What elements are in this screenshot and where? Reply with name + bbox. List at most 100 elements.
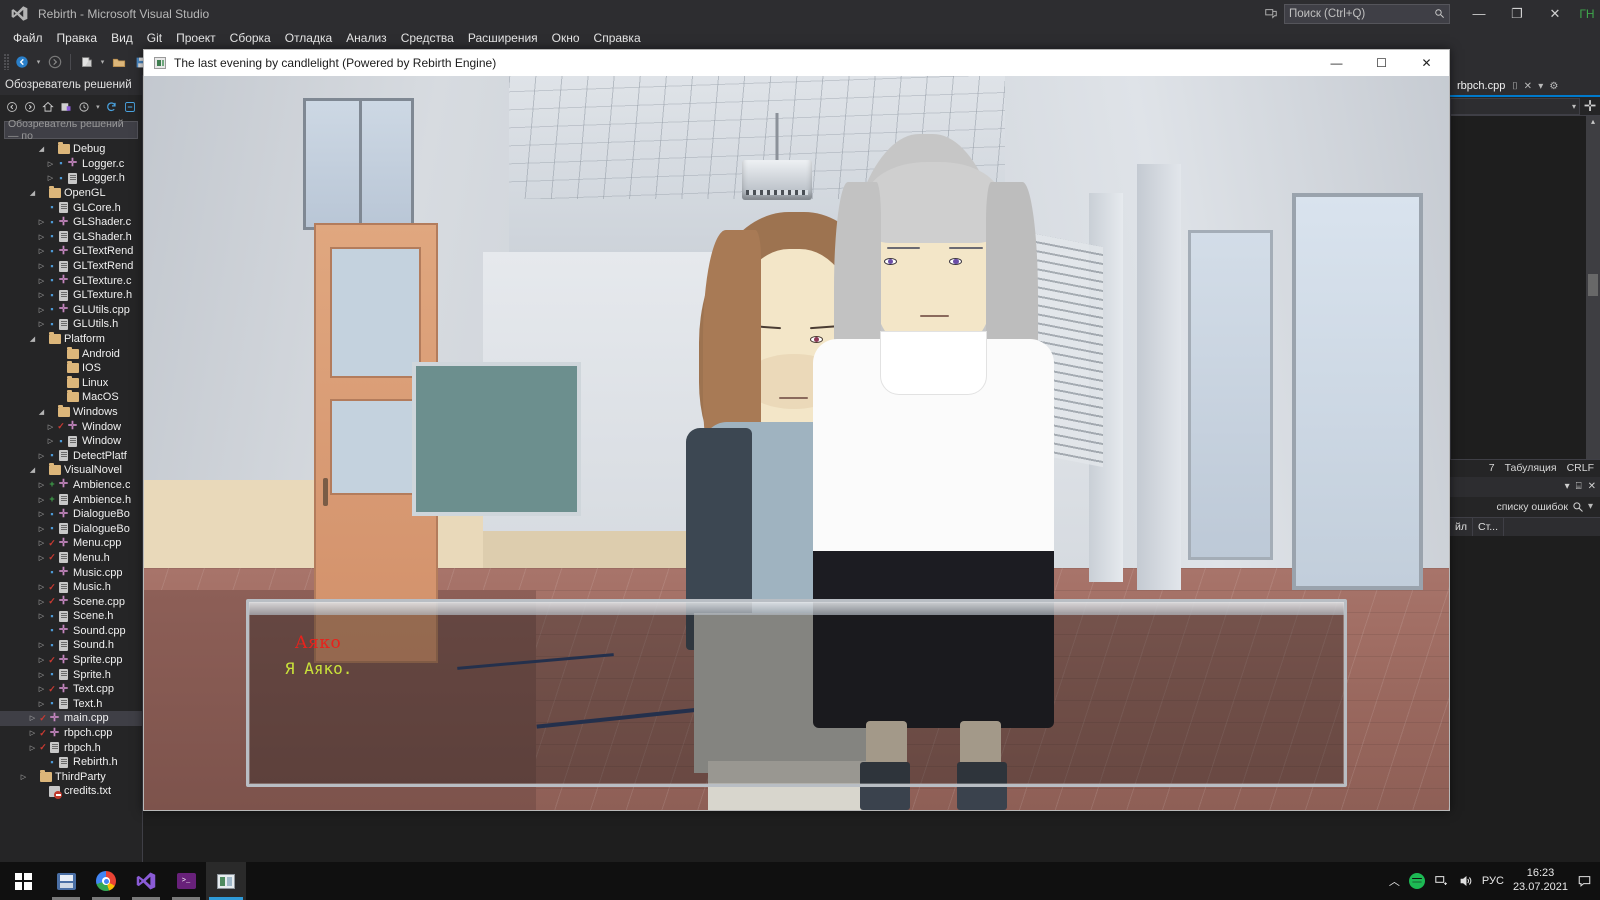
tree-item-menu-h[interactable]: ▷ ✓ Menu.h — [0, 551, 142, 566]
pending-changes-icon[interactable] — [76, 98, 92, 116]
collapse-all-icon[interactable] — [122, 98, 138, 116]
tree-item-ambience-c[interactable]: ▷ + ✛ Ambience.c — [0, 478, 142, 493]
tree-item-detectplatf[interactable]: ▷ ▪ DetectPlatf — [0, 448, 142, 463]
tree-item-macos[interactable]: MacOS — [0, 390, 142, 405]
game-maximize-button[interactable]: ☐ — [1359, 50, 1404, 76]
tree-twisty[interactable]: ▷ — [45, 437, 56, 445]
tree-item-main-cpp[interactable]: ▷ ✓ ✛ main.cpp — [0, 711, 142, 726]
back-icon[interactable] — [4, 98, 20, 116]
pin-icon[interactable]: ⌸ — [1576, 481, 1582, 492]
tree-item-glcore-h[interactable]: ▪ GLCore.h — [0, 200, 142, 215]
pending-changes-dropdown-icon[interactable]: ▾ — [94, 103, 102, 111]
code-editor-surface[interactable]: ▴ — [1450, 116, 1600, 459]
tree-twisty[interactable]: ▷ — [36, 262, 47, 270]
tree-twisty[interactable]: ◢ — [27, 335, 38, 343]
tree-twisty[interactable]: ◢ — [36, 408, 47, 416]
tree-item-debug[interactable]: ◢ Debug — [0, 142, 142, 157]
account-initials-icon[interactable]: ГН — [1574, 0, 1600, 27]
game-window-titlebar[interactable]: The last evening by candlelight (Powered… — [144, 50, 1449, 76]
show-hidden-icons-icon[interactable]: ︿ — [1389, 873, 1400, 889]
game-close-button[interactable]: ✕ — [1404, 50, 1449, 76]
tree-twisty[interactable]: ◢ — [36, 145, 47, 153]
tree-twisty[interactable]: ▷ — [36, 583, 47, 591]
tree-item-gltexture-h[interactable]: ▷ ▪ GLTexture.h — [0, 288, 142, 303]
tree-twisty[interactable]: ▷ — [36, 641, 47, 649]
tree-twisty[interactable]: ▷ — [18, 773, 29, 781]
tree-twisty[interactable]: ▷ — [36, 685, 47, 693]
line-ending-label[interactable]: CRLF — [1567, 462, 1594, 474]
tree-twisty[interactable]: ▷ — [36, 481, 47, 489]
tree-item-text-h[interactable]: ▷ ▪ Text.h — [0, 697, 142, 712]
menu-item-extensions[interactable]: Расширения — [461, 29, 545, 47]
game-window[interactable]: The last evening by candlelight (Powered… — [143, 49, 1450, 811]
tree-item-sound-cpp[interactable]: ▪ ✛ Sound.cpp — [0, 624, 142, 639]
tree-item-menu-cpp[interactable]: ▷ ✓ ✛ Menu.cpp — [0, 536, 142, 551]
tree-item-gltexture-c[interactable]: ▷ ▪ ✛ GLTexture.c — [0, 273, 142, 288]
tree-item-rebirth-h[interactable]: ▪ Rebirth.h — [0, 755, 142, 770]
menu-item-window[interactable]: Окно — [545, 29, 587, 47]
feedback-icon[interactable] — [1258, 3, 1284, 25]
vs-minimize-button[interactable]: — — [1460, 0, 1498, 27]
show-all-files-icon[interactable] — [58, 98, 74, 116]
menu-item-tools[interactable]: Средства — [394, 29, 461, 47]
tree-item-android[interactable]: Android — [0, 346, 142, 361]
error-column-line[interactable]: Ст... — [1473, 517, 1504, 536]
tree-twisty[interactable]: ◢ — [27, 466, 38, 474]
navigate-forward-icon[interactable] — [45, 52, 65, 72]
tree-twisty[interactable]: ▷ — [36, 612, 47, 620]
tree-twisty[interactable]: ▷ — [36, 510, 47, 518]
tree-item-windows[interactable]: ◢ Windows — [0, 404, 142, 420]
close-icon[interactable]: ✕ — [1521, 81, 1534, 92]
menu-item-git[interactable]: Git — [140, 29, 169, 47]
game-minimize-button[interactable]: — — [1314, 50, 1359, 76]
search-dropdown-icon[interactable]: ▾ — [1584, 501, 1597, 512]
action-center-icon[interactable] — [1577, 874, 1592, 888]
tree-item-credits-txt[interactable]: credits.txt — [0, 784, 142, 799]
tree-twisty[interactable]: ▷ — [45, 423, 56, 431]
tree-item-visualnovel[interactable]: ◢ VisualNovel — [0, 463, 142, 478]
forward-icon[interactable] — [22, 98, 38, 116]
tree-twisty[interactable]: ▷ — [45, 174, 56, 182]
menu-item-analyze[interactable]: Анализ — [339, 29, 394, 47]
error-list-search-text[interactable]: списку ошибок — [1453, 501, 1572, 513]
editor-vscrollbar[interactable]: ▴ — [1586, 116, 1600, 459]
tree-twisty[interactable]: ▷ — [27, 714, 38, 722]
tree-item-linux[interactable]: Linux — [0, 375, 142, 391]
volume-icon[interactable] — [1458, 874, 1473, 888]
tree-twisty[interactable]: ▷ — [36, 247, 47, 255]
open-file-icon[interactable] — [109, 52, 129, 72]
tree-item-dialoguebo[interactable]: ▷ ▪ ✛ DialogueBo — [0, 507, 142, 522]
menu-item-file[interactable]: Файл — [6, 29, 50, 47]
tree-twisty[interactable]: ▷ — [36, 554, 47, 562]
tree-item-glutils-cpp[interactable]: ▷ ▪ ✛ GLUtils.cpp — [0, 303, 142, 318]
tree-item-glshader-h[interactable]: ▷ ▪ GLShader.h — [0, 230, 142, 245]
tree-twisty[interactable]: ▷ — [36, 598, 47, 606]
tree-twisty[interactable]: ▷ — [36, 700, 47, 708]
tree-item-platform[interactable]: ◢ Platform — [0, 332, 142, 347]
menu-item-build[interactable]: Сборка — [223, 29, 278, 47]
tree-item-gltextrend[interactable]: ▷ ▪ GLTextRend — [0, 259, 142, 274]
network-icon[interactable] — [1434, 874, 1449, 888]
close-icon[interactable]: ✕ — [1588, 481, 1596, 492]
tree-item-text-cpp[interactable]: ▷ ✓ ✛ Text.cpp — [0, 682, 142, 697]
tree-item-logger-c[interactable]: ▷ ▪ ✛ Logger.c — [0, 157, 142, 172]
tree-item-thirdparty[interactable]: ▷ ThirdParty — [0, 769, 142, 785]
new-file-icon[interactable] — [76, 52, 96, 72]
member-dropdown[interactable]: ▾ — [1450, 97, 1580, 115]
tree-item-sprite-h[interactable]: ▷ ▪ Sprite.h — [0, 667, 142, 682]
menu-item-debug[interactable]: Отладка — [278, 29, 339, 47]
taskbar-rebirth-game[interactable] — [206, 862, 246, 900]
chevron-down-icon[interactable]: ▾ — [1565, 481, 1570, 492]
menu-item-help[interactable]: Справка — [587, 29, 648, 47]
tree-item-opengl[interactable]: ◢ OpenGL — [0, 186, 142, 201]
taskbar-visual-studio[interactable] — [126, 862, 166, 900]
tree-twisty[interactable]: ▷ — [36, 320, 47, 328]
tree-item-rbpch-cpp[interactable]: ▷ ✓ ✛ rbpch.cpp — [0, 726, 142, 741]
menu-item-project[interactable]: Проект — [169, 29, 223, 47]
gear-icon[interactable]: ⚙ — [1547, 81, 1560, 92]
tree-item-scene-cpp[interactable]: ▷ ✓ ✛ Scene.cpp — [0, 594, 142, 609]
tabs-label[interactable]: Табуляция — [1505, 462, 1557, 474]
tree-twisty[interactable]: ▷ — [36, 671, 47, 679]
tree-item-dialoguebo[interactable]: ▷ ▪ DialogueBo — [0, 521, 142, 536]
tree-item-sound-h[interactable]: ▷ ▪ Sound.h — [0, 638, 142, 653]
